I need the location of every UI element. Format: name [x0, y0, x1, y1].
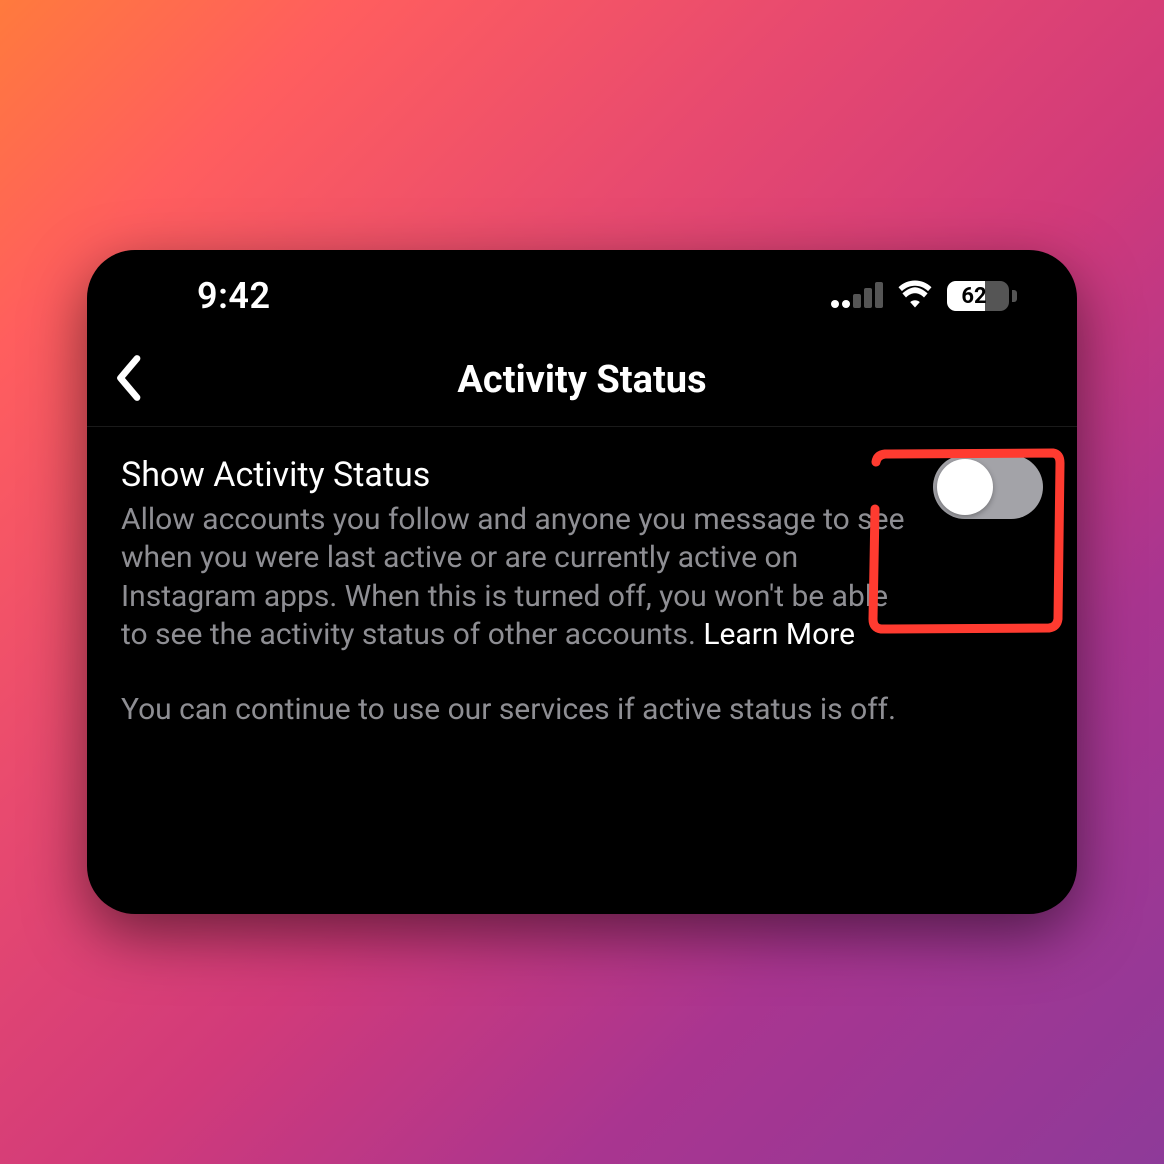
cellular-signal-icon — [831, 284, 883, 308]
toggle-knob — [937, 459, 993, 515]
setting-extra-text: You can continue to use our services if … — [121, 691, 909, 729]
content: Show Activity Status Allow accounts you … — [87, 427, 1077, 753]
status-bar: 9:42 62 — [87, 250, 1077, 330]
page-title: Activity Status — [111, 358, 1053, 402]
activity-status-toggle[interactable] — [933, 455, 1043, 519]
wifi-icon — [897, 280, 933, 312]
setting-description: Allow accounts you follow and anyone you… — [121, 501, 909, 655]
battery-percent: 62 — [947, 284, 1005, 309]
setting-row: Show Activity Status Allow accounts you … — [121, 455, 1043, 729]
status-time: 9:42 — [197, 275, 271, 317]
battery-indicator: 62 — [947, 281, 1017, 311]
setting-text: Show Activity Status Allow accounts you … — [121, 455, 909, 729]
back-button[interactable] — [111, 354, 145, 406]
phone-screen: 9:42 62 Activity S — [87, 250, 1077, 914]
status-icons: 62 — [831, 280, 1017, 312]
nav-bar: Activity Status — [87, 330, 1077, 427]
setting-title: Show Activity Status — [121, 455, 909, 495]
learn-more-link[interactable]: Learn More — [703, 617, 855, 652]
